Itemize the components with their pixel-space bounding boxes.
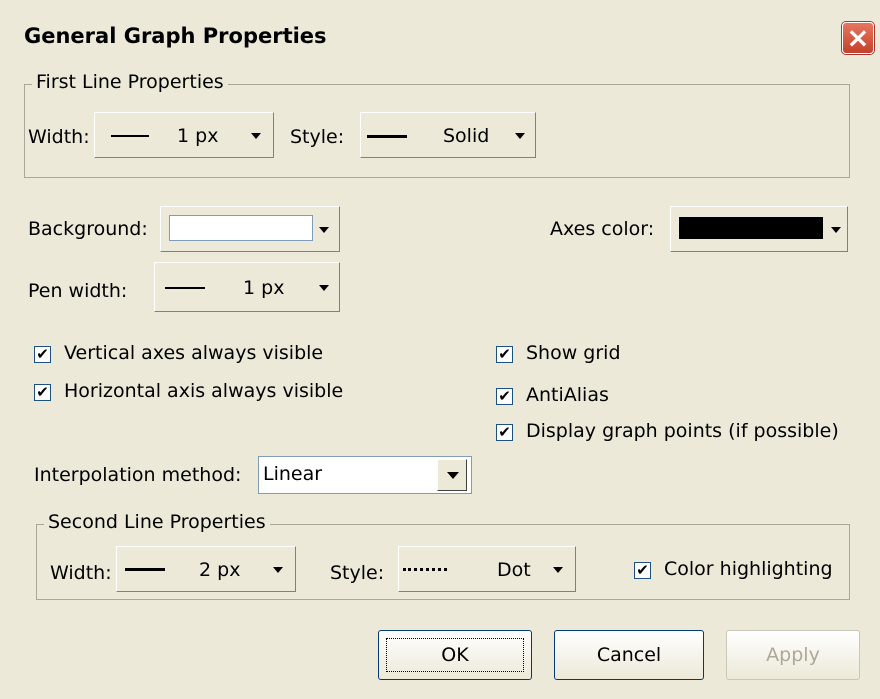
chevron-down-icon xyxy=(273,567,283,573)
chevron-down-icon xyxy=(447,472,459,479)
vertical-axes-label: Vertical axes always visible xyxy=(64,342,324,364)
second-line-style-value: Dot xyxy=(497,559,531,581)
line-sample-icon xyxy=(165,287,205,289)
ok-button-label: OK xyxy=(441,644,469,666)
axes-color-label: Axes color: xyxy=(550,218,655,240)
first-line-style-value: Solid xyxy=(443,125,490,147)
chevron-down-icon xyxy=(251,133,261,139)
pen-width-label: Pen width: xyxy=(28,280,128,302)
cancel-button[interactable]: Cancel xyxy=(554,630,704,680)
interpolation-label: Interpolation method: xyxy=(34,464,242,486)
dialog-title: General Graph Properties xyxy=(24,24,327,48)
axes-color-swatch xyxy=(679,217,823,239)
pen-width-value: 1 px xyxy=(243,277,285,299)
color-highlighting-checkbox[interactable]: ✔ xyxy=(634,562,651,579)
first-line-legend: First Line Properties xyxy=(32,72,228,92)
background-color-swatch xyxy=(169,215,313,241)
dotted-line-sample-icon xyxy=(403,568,447,571)
chevron-down-icon xyxy=(553,567,563,573)
chevron-down-icon xyxy=(831,227,841,233)
close-icon: × xyxy=(846,21,870,54)
vertical-axes-checkbox[interactable]: ✔ xyxy=(34,346,51,363)
first-line-style-label: Style: xyxy=(290,126,345,148)
color-highlighting-label: Color highlighting xyxy=(664,558,833,580)
antialias-label: AntiAlias xyxy=(526,384,609,406)
interpolation-select[interactable]: Linear xyxy=(258,456,472,494)
second-line-legend: Second Line Properties xyxy=(44,512,270,532)
chevron-down-icon xyxy=(515,133,525,139)
second-line-style-dropdown[interactable]: Dot xyxy=(398,546,576,592)
dropdown-button[interactable] xyxy=(437,459,467,491)
horizontal-axis-label: Horizontal axis always visible xyxy=(64,380,344,402)
interpolation-value: Linear xyxy=(263,463,323,485)
chevron-down-icon xyxy=(319,227,329,233)
first-line-width-label: Width: xyxy=(28,126,90,148)
line-sample-icon xyxy=(111,135,149,137)
chevron-down-icon xyxy=(319,285,329,291)
second-line-style-label: Style: xyxy=(330,562,385,584)
show-grid-checkbox[interactable]: ✔ xyxy=(496,346,513,363)
show-grid-label: Show grid xyxy=(526,342,621,364)
focus-rect: OK xyxy=(386,638,524,672)
axes-color-dropdown[interactable] xyxy=(670,206,848,252)
display-points-checkbox[interactable]: ✔ xyxy=(496,424,513,441)
ok-button[interactable]: OK xyxy=(378,630,532,680)
background-color-dropdown[interactable] xyxy=(160,206,340,252)
close-button[interactable]: × xyxy=(842,22,874,54)
line-sample-icon xyxy=(125,568,165,571)
second-line-width-dropdown[interactable]: 2 px xyxy=(116,546,296,592)
cancel-button-label: Cancel xyxy=(596,644,662,666)
apply-button-label: Apply xyxy=(766,644,820,666)
apply-button[interactable]: Apply xyxy=(726,630,860,680)
first-line-width-dropdown[interactable]: 1 px xyxy=(94,112,274,158)
line-sample-icon xyxy=(367,135,407,138)
first-line-style-dropdown[interactable]: Solid xyxy=(360,112,536,158)
first-line-width-value: 1 px xyxy=(177,125,219,147)
second-line-width-value: 2 px xyxy=(199,559,241,581)
pen-width-dropdown[interactable]: 1 px xyxy=(154,262,340,312)
antialias-checkbox[interactable]: ✔ xyxy=(496,388,513,405)
background-label: Background: xyxy=(28,218,148,240)
display-points-label: Display graph points (if possible) xyxy=(526,420,839,442)
horizontal-axis-checkbox[interactable]: ✔ xyxy=(34,384,51,401)
second-line-width-label: Width: xyxy=(50,562,112,584)
